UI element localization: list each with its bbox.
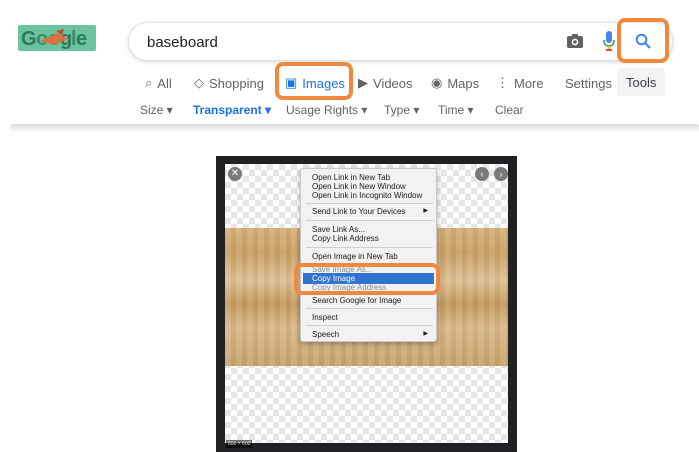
images-tab-highlight bbox=[275, 62, 353, 100]
menu-separator bbox=[306, 220, 433, 221]
settings-label: Settings bbox=[565, 75, 612, 91]
filter-size[interactable]: Size ▾ bbox=[140, 103, 173, 117]
search-small-icon: ⌕ bbox=[145, 75, 153, 90]
doodle-drawing: G o o g l e bbox=[21, 28, 87, 50]
menu-speech[interactable]: Speech bbox=[312, 330, 339, 339]
header-divider bbox=[10, 124, 699, 132]
settings-link[interactable]: Settings bbox=[565, 73, 612, 93]
filter-type[interactable]: Type ▾ bbox=[384, 103, 419, 117]
image-dimensions: 600 × 600 bbox=[226, 440, 253, 448]
menu-open-image-new-tab[interactable]: Open Image in New Tab bbox=[312, 252, 398, 261]
tab-more-label: More bbox=[514, 75, 544, 91]
tools-button[interactable]: Tools bbox=[617, 68, 666, 96]
tab-shopping-label: Shopping bbox=[209, 75, 264, 91]
close-icon[interactable]: ✕ bbox=[228, 167, 242, 181]
chevron-left-icon[interactable]: ‹ bbox=[475, 167, 489, 181]
submenu-arrow-icon: ▶ bbox=[423, 331, 428, 337]
menu-send-link-devices[interactable]: Send Link to Your Devices bbox=[312, 207, 405, 216]
filter-usage-rights[interactable]: Usage Rights ▾ bbox=[286, 103, 367, 117]
context-menu: Open Link in New Tab Open Link in New Wi… bbox=[300, 168, 437, 342]
tab-videos[interactable]: ▶ Videos bbox=[358, 73, 413, 93]
chevron-right-icon[interactable]: › bbox=[494, 167, 508, 181]
tab-shopping[interactable]: ◇ Shopping bbox=[194, 73, 264, 93]
mic-icon[interactable] bbox=[603, 31, 615, 51]
tab-more[interactable]: ⋮ More bbox=[496, 73, 544, 93]
tab-all[interactable]: ⌕ All bbox=[145, 73, 172, 93]
filter-transparent[interactable]: Transparent ▾ bbox=[193, 103, 271, 117]
menu-open-link-incognito[interactable]: Open Link in Incognito Window bbox=[312, 191, 422, 200]
video-icon: ▶ bbox=[358, 75, 368, 90]
camera-icon[interactable] bbox=[566, 33, 584, 49]
menu-separator bbox=[306, 325, 433, 326]
menu-separator bbox=[306, 247, 433, 248]
menu-inspect[interactable]: Inspect bbox=[312, 313, 338, 322]
svg-text:G: G bbox=[21, 28, 37, 50]
search-button-highlight bbox=[617, 18, 669, 63]
submenu-arrow-icon: ▶ bbox=[423, 208, 428, 214]
svg-text:e: e bbox=[76, 28, 87, 50]
tab-maps[interactable]: ◉ Maps bbox=[431, 73, 479, 93]
tab-maps-label: Maps bbox=[447, 75, 480, 91]
filter-time[interactable]: Time ▾ bbox=[438, 103, 474, 117]
tag-icon: ◇ bbox=[194, 75, 204, 90]
search-input[interactable] bbox=[147, 32, 527, 52]
copy-image-highlight bbox=[294, 263, 440, 295]
google-doodle-logo[interactable]: G o o g l e bbox=[18, 25, 96, 51]
search-box[interactable] bbox=[128, 22, 673, 61]
menu-open-link-new-window[interactable]: Open Link in New Window bbox=[312, 182, 406, 191]
menu-save-link-as[interactable]: Save Link As... bbox=[312, 225, 365, 234]
menu-separator bbox=[306, 308, 433, 309]
tab-all-label: All bbox=[157, 75, 172, 91]
menu-search-google-image[interactable]: Search Google for Image bbox=[312, 296, 401, 305]
filter-clear[interactable]: Clear bbox=[495, 103, 524, 117]
more-vert-icon: ⋮ bbox=[496, 75, 509, 90]
menu-separator bbox=[306, 203, 433, 204]
menu-open-link-new-tab[interactable]: Open Link in New Tab bbox=[312, 173, 390, 182]
tab-videos-label: Videos bbox=[373, 75, 413, 91]
tools-label: Tools bbox=[626, 74, 657, 90]
menu-copy-link-address[interactable]: Copy Link Address bbox=[312, 234, 379, 243]
map-pin-icon: ◉ bbox=[431, 75, 443, 90]
